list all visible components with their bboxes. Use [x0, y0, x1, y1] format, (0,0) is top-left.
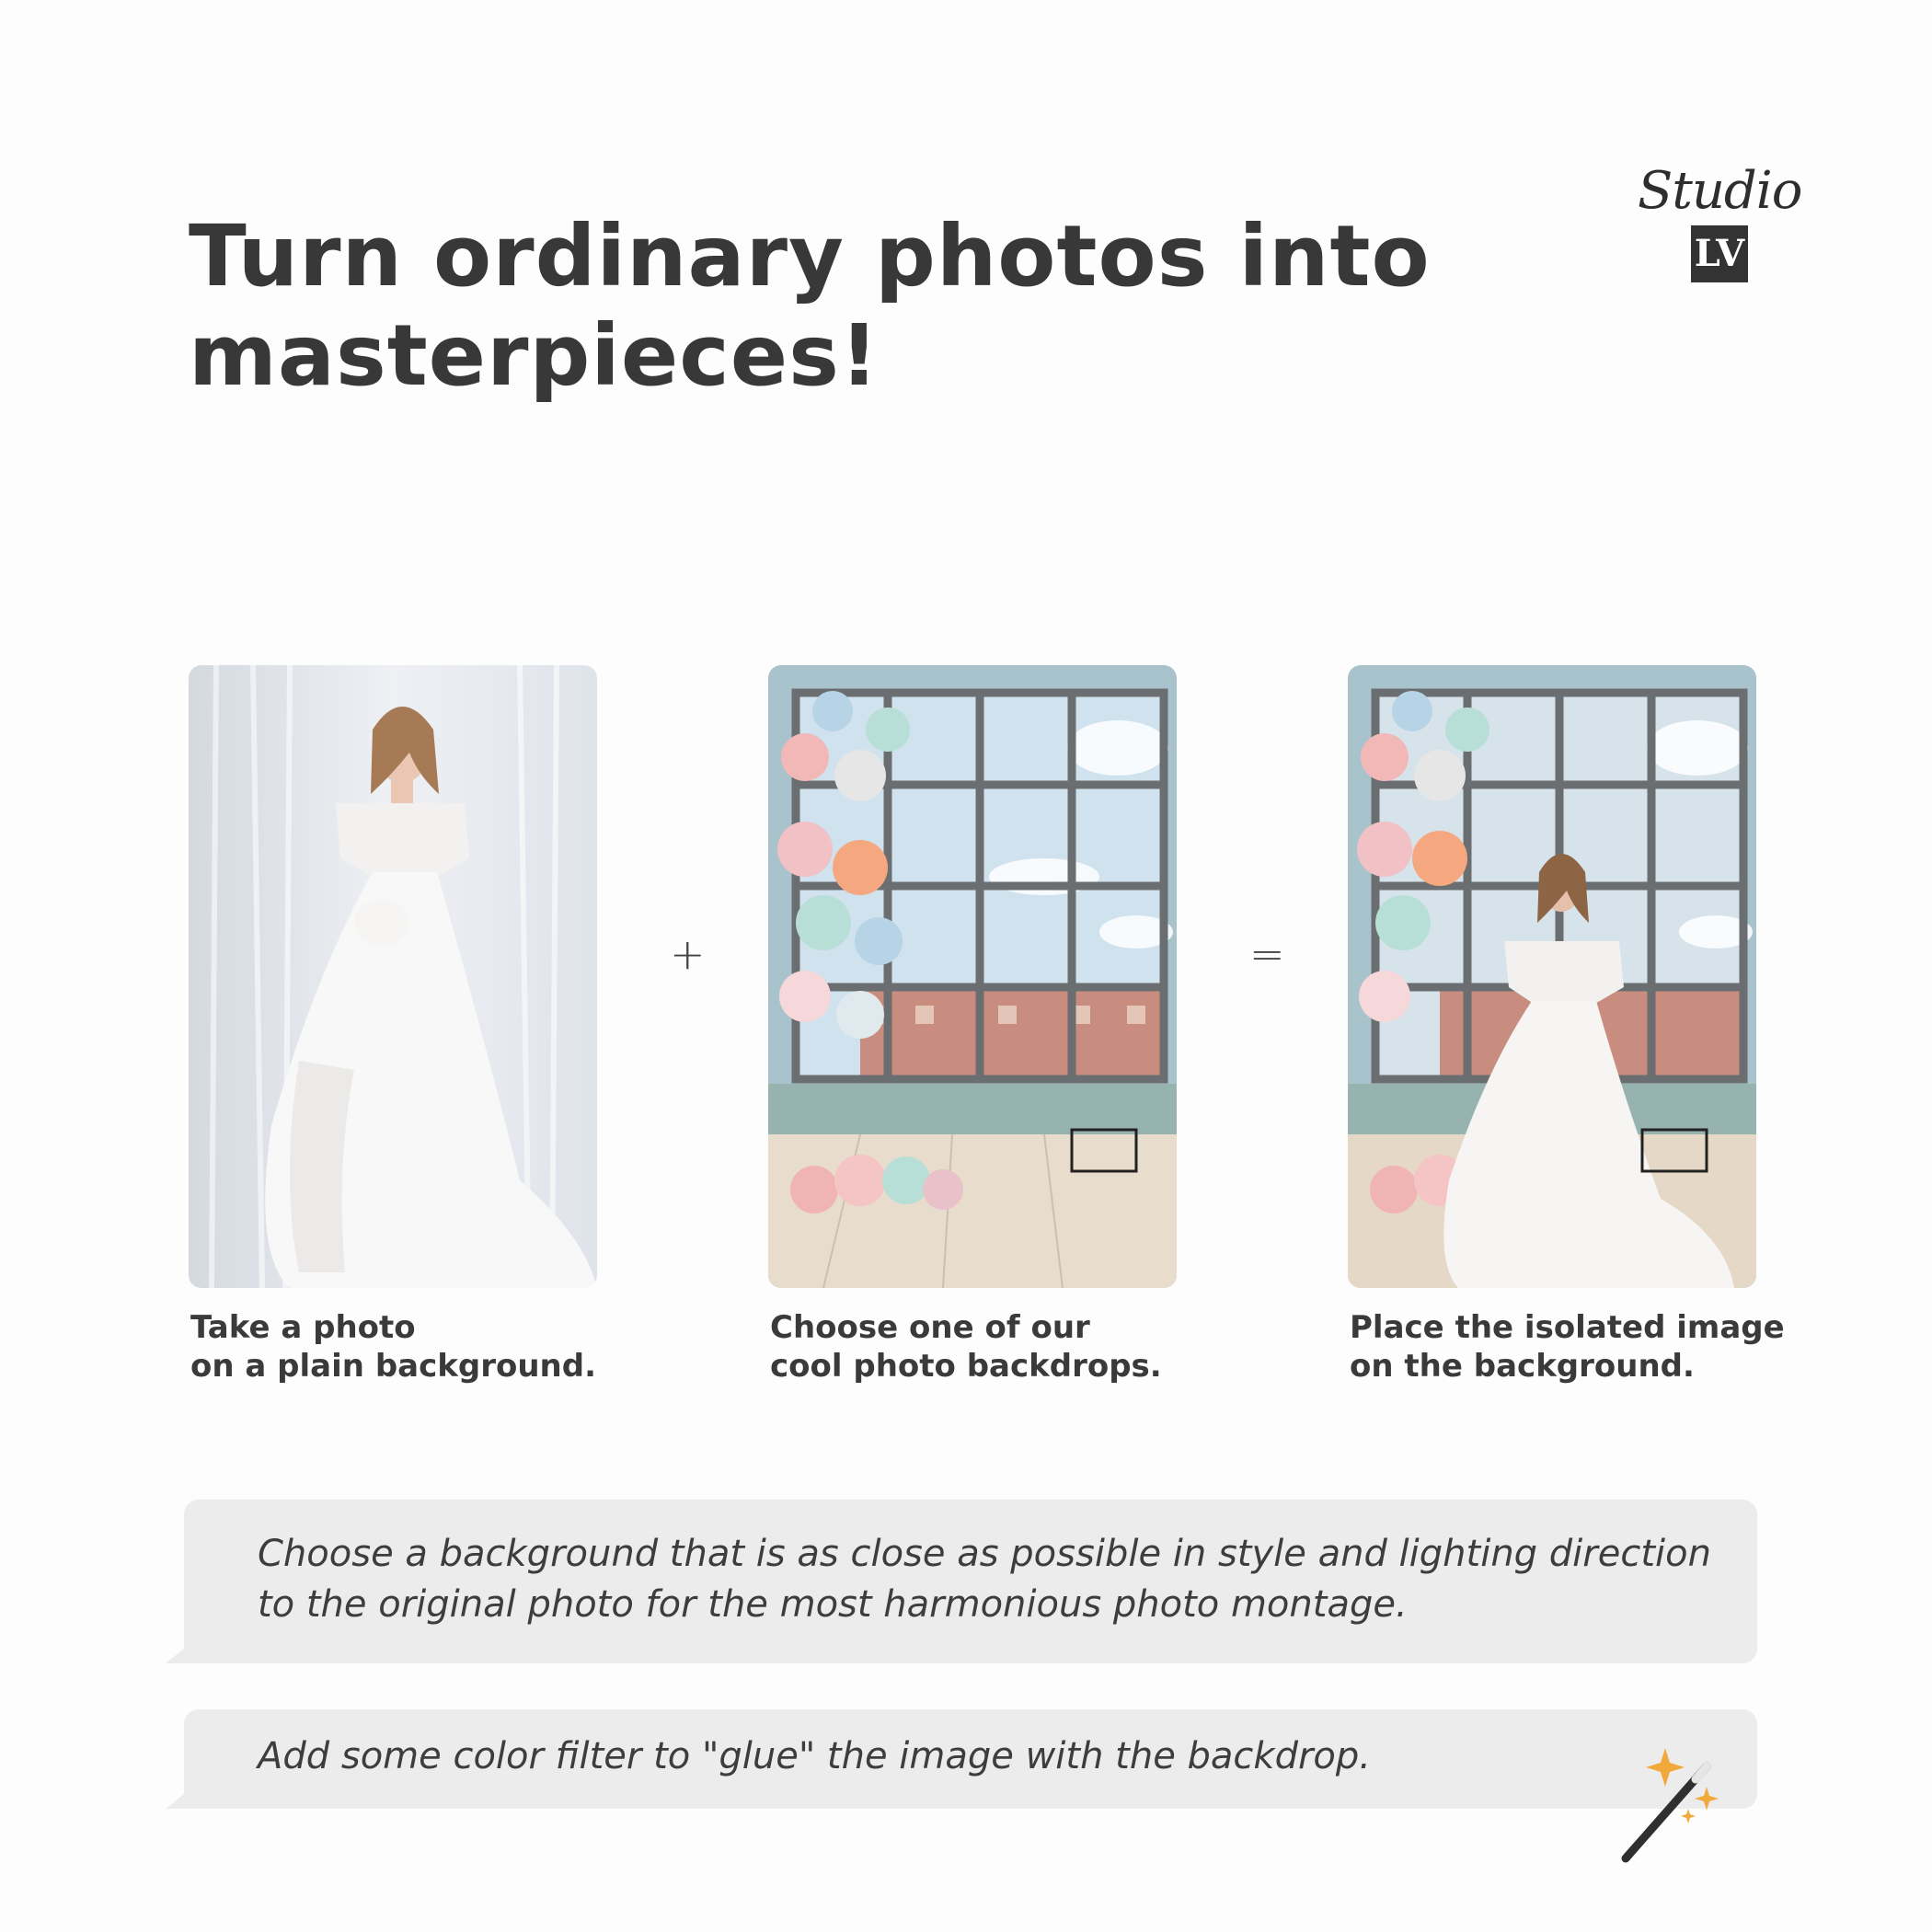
photo-backdrop — [768, 665, 1177, 1288]
plus-sign: + — [670, 929, 706, 979]
equals-sign: = — [1249, 929, 1285, 979]
studio-logo: Studio LV — [1638, 161, 1802, 290]
page-title: Turn ordinary photos into masterpieces! — [189, 207, 1477, 406]
tip-bubble-1: Choose a background that is as close as … — [184, 1500, 1757, 1663]
magic-wand-icon — [1615, 1748, 1725, 1868]
logo-mark: LV — [1691, 225, 1748, 282]
photo-original — [189, 665, 597, 1288]
tip-1-text: Choose a background that is as close as … — [258, 1529, 1711, 1630]
tip-1-line-1: Choose a background that is as close as … — [258, 1533, 1711, 1575]
step-1-line-1: Take a photo — [190, 1309, 416, 1346]
step-3-caption: Place the isolated image on the backgrou… — [1350, 1308, 1828, 1386]
step-1-caption: Take a photo on a plain background. — [190, 1308, 669, 1386]
step-2-caption: Choose one of our cool photo backdrops. — [770, 1308, 1248, 1386]
tip-2-line-1: Add some color filter to "glue" the imag… — [258, 1735, 1371, 1777]
tip-1-line-2: to the original photo for the most harmo… — [258, 1583, 1408, 1626]
tip-2-text: Add some color filter to "glue" the imag… — [258, 1731, 1371, 1782]
logo-script-text: Studio — [1638, 161, 1802, 221]
step-1-line-2: on a plain background. — [190, 1348, 596, 1385]
photo-result — [1348, 665, 1756, 1288]
title-line-2: masterpieces! — [189, 306, 880, 405]
step-2-line-1: Choose one of our — [770, 1309, 1090, 1346]
tip-bubble-2: Add some color filter to "glue" the imag… — [184, 1709, 1757, 1809]
title-line-1: Turn ordinary photos into — [189, 207, 1431, 305]
step-3-line-1: Place the isolated image — [1350, 1309, 1785, 1346]
step-3-line-2: on the background. — [1350, 1348, 1695, 1385]
step-2-line-2: cool photo backdrops. — [770, 1348, 1162, 1385]
